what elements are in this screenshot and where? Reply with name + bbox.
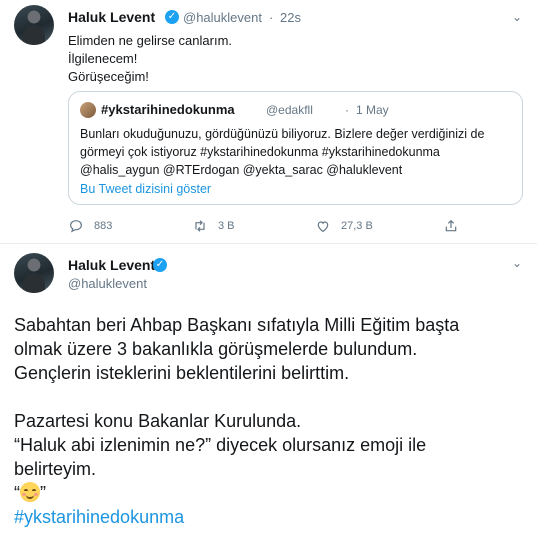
emoji-line: “” bbox=[14, 481, 459, 505]
tweet-text-line: Görüşeceğim! bbox=[68, 69, 149, 84]
separator-dot: · bbox=[269, 10, 274, 25]
chevron-down-icon[interactable]: ⌄ bbox=[508, 254, 526, 272]
tweet-text-line bbox=[14, 385, 459, 409]
avatar bbox=[80, 102, 96, 118]
tweet-time[interactable]: 22s bbox=[280, 10, 301, 25]
quoted-text-line: @halis_aygun @RTErdogan @yekta_sarac @ha… bbox=[80, 163, 403, 177]
quoted-date: 1 May bbox=[356, 103, 389, 117]
show-thread-link[interactable]: Bu Tweet dizisini göster bbox=[80, 182, 211, 196]
retweet-count: 3 B bbox=[218, 220, 235, 232]
quoted-text: Bunları okuduğunuzu, gördüğünüzü biliyor… bbox=[80, 125, 520, 179]
retweet-button[interactable]: 3 B bbox=[192, 216, 235, 236]
tweet-text-line: Sabahtan beri Ahbap Başkanı sıfatıyla Mi… bbox=[14, 315, 460, 335]
tweet-timeline: Haluk Levent ✓ @haluklevent · 22s ⌄ Elim… bbox=[0, 0, 537, 559]
tweet-text-line: Elimden ne gelirse canlarım. bbox=[68, 33, 233, 48]
author-handle[interactable]: @haluklevent bbox=[68, 276, 147, 291]
tweet-divider bbox=[0, 243, 537, 244]
reply-icon bbox=[70, 220, 82, 233]
verified-badge-icon: ✓ bbox=[153, 258, 167, 272]
tweet-text-line: Gençlerin isteklerini beklentilerini bel… bbox=[14, 363, 350, 383]
quoted-author-handle: @edakfll bbox=[266, 103, 313, 117]
heart-icon bbox=[317, 221, 329, 233]
retweet-icon bbox=[195, 220, 205, 232]
share-button[interactable] bbox=[443, 216, 469, 236]
tweet-text-line: belirteyim. bbox=[14, 459, 97, 479]
quoted-author-name: #ykstarihinedokunma bbox=[101, 102, 235, 117]
avatar[interactable] bbox=[14, 253, 54, 293]
smiling-face-emoji-icon bbox=[20, 482, 40, 502]
tweet-text: Elimden ne gelirse canlarım. İlgilenecem… bbox=[68, 32, 232, 86]
tweet-text: Sabahtan beri Ahbap Başkanı sıfatıyla Mi… bbox=[14, 313, 459, 529]
like-button[interactable]: 27,3 B bbox=[315, 216, 373, 236]
close-quote: ” bbox=[40, 483, 46, 503]
verified-badge-icon: ✓ bbox=[165, 10, 179, 24]
quoted-text-line: görmeyi çok istiyoruz #ykstarihinedokunm… bbox=[80, 145, 440, 159]
tweet-text-line: Pazartesi konu Bakanlar Kurulunda. bbox=[14, 411, 302, 431]
chevron-down-icon[interactable]: ⌄ bbox=[508, 8, 526, 26]
quoted-text-line: Bunları okuduğunuzu, gördüğünüzü biliyor… bbox=[80, 127, 485, 141]
author-name[interactable]: Haluk Levent bbox=[68, 257, 155, 273]
tweet-text-line: olmak üzere 3 bakanlıkla görüşmelerde bu… bbox=[14, 339, 418, 359]
author-name[interactable]: Haluk Levent bbox=[68, 9, 155, 25]
reply-count: 883 bbox=[94, 220, 113, 232]
quoted-tweet[interactable]: #ykstarihinedokunma @edakfll · 1 May Bun… bbox=[68, 91, 523, 205]
hashtag-link[interactable]: #ykstarihinedokunma bbox=[14, 505, 459, 529]
avatar[interactable] bbox=[14, 5, 54, 45]
author-handle[interactable]: @haluklevent bbox=[183, 10, 262, 25]
tweet-text-line: İlgilenecem! bbox=[68, 51, 138, 66]
reply-button[interactable]: 883 bbox=[68, 216, 112, 236]
tweet-actions: 883 3 B 27,3 B bbox=[68, 216, 528, 236]
tweet-text-line: “Haluk abi izlenimin ne?” diyecek olursa… bbox=[14, 435, 427, 455]
share-icon bbox=[445, 219, 457, 232]
separator-dot: · bbox=[345, 103, 349, 117]
like-count: 27,3 B bbox=[341, 220, 373, 232]
